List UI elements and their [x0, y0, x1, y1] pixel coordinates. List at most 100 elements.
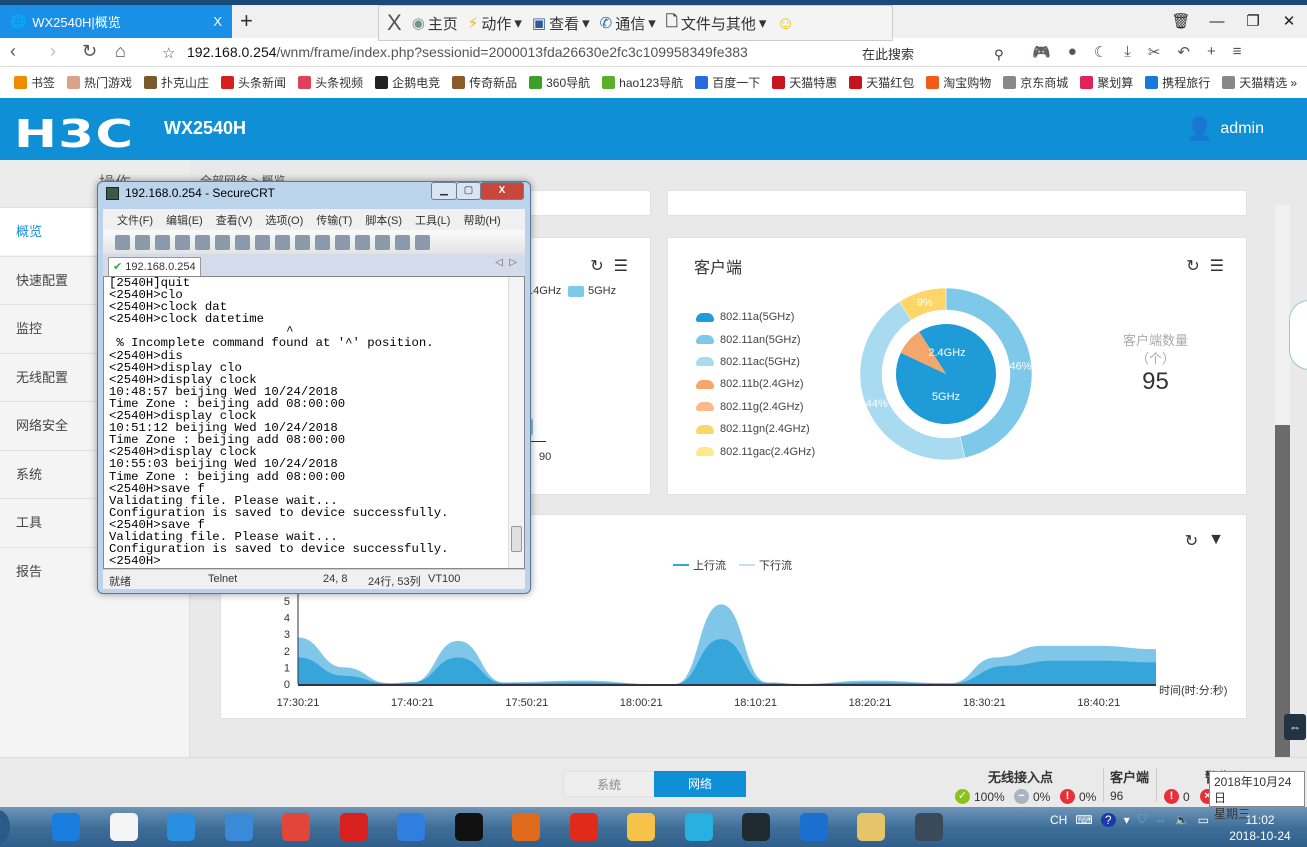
- help-icon[interactable]: [395, 234, 410, 250]
- map-keys-icon[interactable]: [355, 234, 370, 250]
- global-options-icon[interactable]: [335, 234, 350, 250]
- language-indicator[interactable]: CH: [1050, 813, 1067, 827]
- tray-expand-icon[interactable]: ▾: [1124, 813, 1130, 827]
- nox-icon[interactable]: [736, 810, 776, 844]
- url-input[interactable]: 192.168.0.254/wnm/frame/index.php?sessio…: [187, 44, 757, 60]
- pdf-icon[interactable]: [506, 810, 546, 844]
- tab-network[interactable]: 网络: [654, 771, 746, 797]
- new-tab-button[interactable]: +: [240, 8, 253, 34]
- teamviewer-tray-icon[interactable]: ⇔: [1155, 813, 1167, 827]
- remote-comm-button[interactable]: ✆ 通信 ▾: [600, 13, 656, 34]
- user-menu[interactable]: 👤 admin: [1186, 116, 1264, 142]
- session-options-icon[interactable]: [295, 234, 310, 250]
- teamviewer-icon[interactable]: [794, 810, 834, 844]
- remote-actions-button[interactable]: ⚡ 动作 ▾: [468, 13, 522, 34]
- side-float-button[interactable]: [1289, 300, 1307, 370]
- print-icon[interactable]: [315, 234, 330, 250]
- remote-view-button[interactable]: ▣ 查看 ▾: [532, 13, 590, 34]
- back-icon[interactable]: ‹: [10, 41, 16, 62]
- game-icon[interactable]: 🎮: [1032, 43, 1051, 61]
- network-icon[interactable]: ▭: [1198, 813, 1209, 827]
- terminal-output[interactable]: [2540H]quit <2540H>clo <2540H>clock dat <25…: [103, 276, 525, 569]
- security-icon[interactable]: ⛉: [1138, 812, 1147, 827]
- bookmark-item[interactable]: 聚划算: [1080, 74, 1133, 91]
- legend-item[interactable]: 802.11g(2.4GHz): [696, 396, 815, 418]
- bookmark-item[interactable]: 百度一下: [695, 74, 760, 91]
- legend-item[interactable]: 802.11an(5GHz): [696, 328, 815, 350]
- print-setup-icon[interactable]: [275, 234, 290, 250]
- quick-connect-icon[interactable]: [135, 234, 150, 250]
- extension-icon[interactable]: ●: [1068, 43, 1077, 61]
- refresh-icon[interactable]: ↻: [1186, 256, 1199, 276]
- scissors-icon[interactable]: ✂: [1148, 43, 1161, 61]
- remote-home-button[interactable]: ◉ 主页: [412, 13, 458, 34]
- minimize-button[interactable]: —: [1199, 5, 1235, 38]
- feiyu-icon[interactable]: [391, 810, 431, 844]
- menu-item[interactable]: 文件(F): [117, 212, 153, 228]
- tab-scroll-right-icon[interactable]: ▷: [509, 257, 517, 268]
- scrollbar-thumb[interactable]: [511, 526, 522, 552]
- terminal-scrollbar[interactable]: [508, 277, 524, 568]
- bookmark-item[interactable]: 热门游戏: [67, 74, 132, 91]
- ie-icon[interactable]: [161, 810, 201, 844]
- kugou-icon[interactable]: [46, 810, 86, 844]
- maximize-button[interactable]: ❐: [1235, 5, 1271, 38]
- netease-music-icon[interactable]: [564, 810, 604, 844]
- menu-item[interactable]: 编辑(E): [166, 212, 203, 228]
- star-icon[interactable]: ☆: [162, 44, 175, 62]
- menu-item[interactable]: 工具(L): [415, 212, 450, 228]
- close-button[interactable]: ✕: [1271, 5, 1307, 38]
- legend-item[interactable]: 802.11gac(2.4GHz): [696, 440, 815, 462]
- keymap-icon[interactable]: [375, 234, 390, 250]
- menu-icon[interactable]: ≡: [1233, 43, 1242, 61]
- bookmark-item[interactable]: 头条视频: [298, 74, 363, 91]
- maximize-button[interactable]: ▢: [456, 182, 481, 200]
- forward-icon[interactable]: ›: [50, 41, 56, 62]
- menu-item[interactable]: 帮助(H): [463, 212, 500, 228]
- bookmark-item[interactable]: 京东商城: [1003, 74, 1068, 91]
- scrollbar-thumb[interactable]: [1275, 425, 1290, 757]
- menu-item[interactable]: 传输(T): [316, 212, 352, 228]
- bookmarks-more-button[interactable]: »: [1290, 76, 1297, 90]
- help-icon[interactable]: ?: [1100, 812, 1116, 827]
- folder-icon[interactable]: [851, 810, 891, 844]
- file-icon[interactable]: [104, 810, 144, 844]
- add-icon[interactable]: +: [1207, 43, 1216, 61]
- download-icon[interactable]: ⤓: [1124, 43, 1131, 61]
- remote-files-button[interactable]: 🗋 文件与其他 ▾: [666, 11, 767, 36]
- list-icon[interactable]: ☰: [614, 256, 628, 276]
- legend-label[interactable]: 下行流: [759, 558, 792, 572]
- night-mode-icon[interactable]: ☾: [1094, 43, 1107, 61]
- securecrt-icon[interactable]: [909, 810, 949, 844]
- maiche-icon[interactable]: [334, 810, 374, 844]
- reload-icon[interactable]: ↻: [82, 41, 97, 62]
- minimize-button[interactable]: ▁: [431, 182, 457, 200]
- connect-tab-icon[interactable]: [155, 234, 170, 250]
- paste-icon[interactable]: [235, 234, 250, 250]
- refresh-icon[interactable]: ↻: [590, 256, 603, 276]
- bookmark-item[interactable]: 携程旅行: [1145, 74, 1210, 91]
- copy-icon[interactable]: [215, 234, 230, 250]
- bookmark-item[interactable]: 扑克山庄: [144, 74, 209, 91]
- bookmark-item[interactable]: 淘宝购物: [926, 74, 991, 91]
- bookmark-item[interactable]: 天猫红包: [849, 74, 914, 91]
- close-button[interactable]: X: [480, 182, 524, 200]
- bookmark-item[interactable]: 企鹅电竞: [375, 74, 440, 91]
- bookmark-item[interactable]: 头条新闻: [221, 74, 286, 91]
- legend-item[interactable]: 802.11b(2.4GHz): [696, 373, 815, 395]
- browser-icon[interactable]: [219, 810, 259, 844]
- menu-item[interactable]: 选项(O): [265, 212, 303, 228]
- tab-scroll-left-icon[interactable]: ◁: [495, 257, 503, 268]
- find-icon[interactable]: [255, 234, 270, 250]
- search-icon[interactable]: ⚲: [994, 47, 1004, 62]
- remote-close-button[interactable]: X: [387, 10, 402, 36]
- keyboard-icon[interactable]: ⌨: [1075, 813, 1092, 827]
- legend-item[interactable]: 802.11ac(5GHz): [696, 351, 815, 373]
- browser-tab-active[interactable]: 🌐 WX2540H|概览 X: [0, 5, 232, 38]
- undo-icon[interactable]: ↶: [1177, 43, 1190, 61]
- legend-item[interactable]: 802.11gn(2.4GHz): [696, 418, 815, 440]
- chrome-icon[interactable]: [276, 810, 316, 844]
- bookmark-item[interactable]: hao123导航: [602, 74, 683, 91]
- connect-icon[interactable]: [115, 234, 130, 250]
- list-icon[interactable]: ☰: [1210, 256, 1224, 276]
